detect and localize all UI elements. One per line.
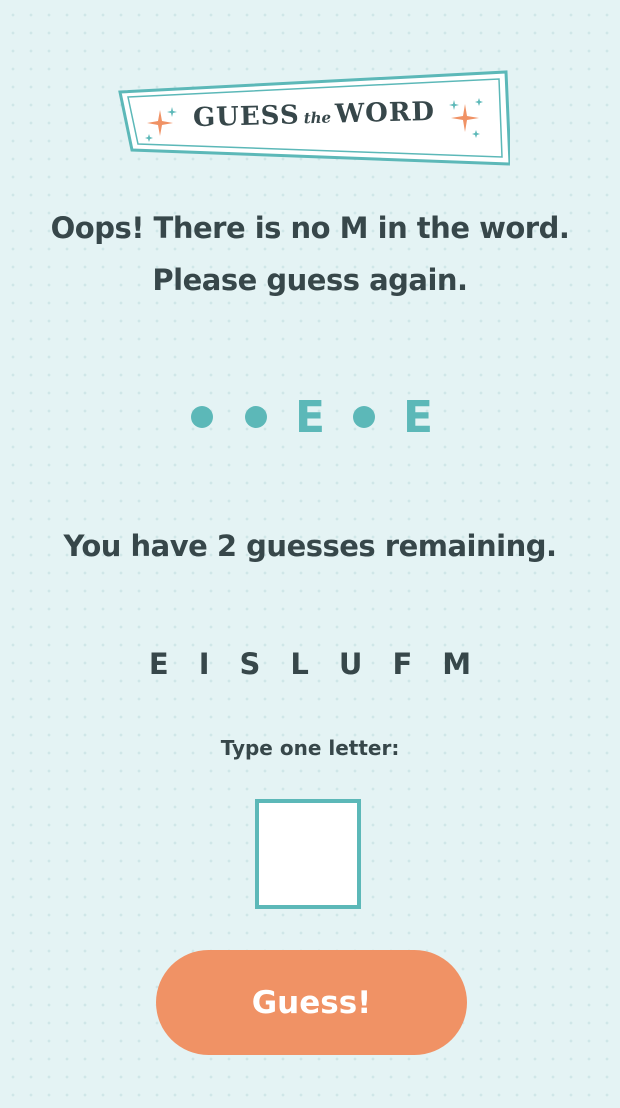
hidden-letter-slot (182, 387, 222, 447)
guessed-letter: E (148, 647, 169, 681)
hidden-letter-slot (344, 387, 384, 447)
hidden-word: EE (0, 382, 620, 452)
feedback-message: Oops! There is no M in the word. Please … (0, 202, 620, 306)
feedback-line-2: Please guess again. (152, 263, 468, 297)
feedback-line-1: Oops! There is no M in the word. (50, 211, 570, 245)
guessed-letter: S (239, 647, 261, 681)
guessed-letter: U (338, 647, 363, 681)
logo-word-the: the (303, 108, 332, 128)
game-logo: GUESS the WORD (118, 70, 510, 166)
hidden-letter-dot (245, 406, 267, 428)
letter-input[interactable] (255, 799, 361, 909)
logo-word-guess: GUESS (192, 100, 301, 134)
guess-button[interactable]: Guess! (156, 950, 467, 1055)
hidden-letter-slot (236, 387, 276, 447)
guessed-letter: L (290, 647, 309, 681)
guessed-letter: I (198, 647, 210, 681)
revealed-letter: E (294, 391, 326, 443)
hidden-letter-dot (353, 406, 375, 428)
input-prompt: Type one letter: (220, 736, 400, 760)
logo-word-word: WORD (334, 96, 436, 130)
hidden-letter-dot (191, 406, 213, 428)
guesses-remaining: You have 2 guesses remaining. (63, 529, 558, 563)
guessed-letters: EISLUFM (0, 642, 620, 686)
revealed-letter: E (402, 391, 434, 443)
guessed-letter: F (392, 647, 413, 681)
guessed-letter: M (442, 647, 472, 681)
